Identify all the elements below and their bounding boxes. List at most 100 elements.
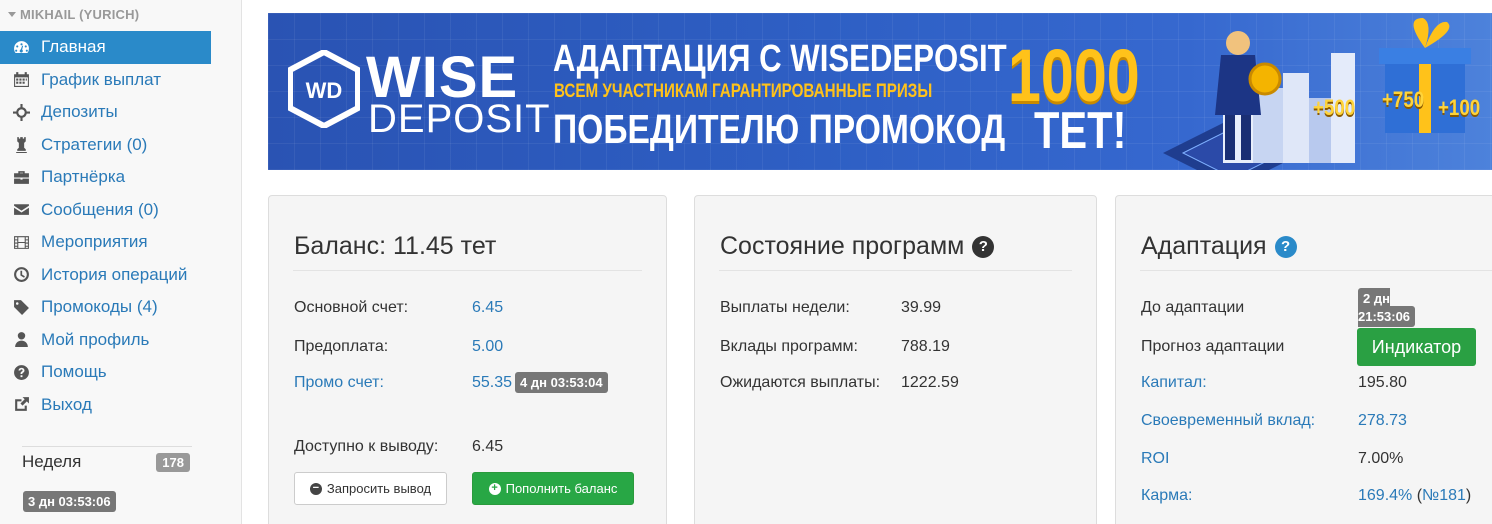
sidebar-divider [22,446,192,447]
week-label: Неделя [22,452,82,471]
sidebar-item-label: Депозиты [41,102,118,122]
request-withdrawal-button[interactable]: − Запросить вывод [294,472,447,505]
week-timer-badge: 3 дн 03:53:06 [23,491,116,512]
banner-bonus-3: +100 [1438,95,1481,120]
sidebar-item-strategies[interactable]: Стратегии (0) [0,129,211,162]
calendar-icon [12,71,30,89]
sidebar-item-promocodes[interactable]: Промокоды (4) [0,291,211,324]
sidebar-item-home[interactable]: Главная [0,31,211,64]
panel-divider [719,270,1072,271]
sidebar-item-events[interactable]: Мероприятия [0,226,211,259]
karma-value[interactable]: 169.4% [1358,487,1412,504]
sidebar-item-label: Сообщения (0) [41,199,159,219]
timely-deposit-label[interactable]: Своевременный вклад: [1141,412,1315,430]
panel-divider [1140,270,1492,271]
sidebar-item-label: Стратегии (0) [41,134,148,154]
question-icon [12,363,30,381]
dashboard-icon [12,38,30,56]
sidebar-item-help[interactable]: Помощь [0,356,211,389]
caret-down-icon [8,12,16,17]
karma-row: Карма: 169.4% (№181) [1141,487,1471,505]
forecast-label: Прогноз адаптации [1141,338,1285,355]
promo-timer-badge: 4 дн 03:53:04 [515,372,608,393]
adaptation-panel: Адаптация ? До адаптации 2 дн 21:53:06 П… [1115,195,1492,524]
karma-value-group: 169.4% (№181) [1358,487,1471,505]
pending-payouts-value: 1222.59 [901,374,959,391]
weekly-payouts-value: 39.99 [901,299,942,316]
prepay-value[interactable]: 5.00 [472,338,503,356]
balance-title: Баланс: 11.45 тет [294,232,496,261]
sidebar: MIKHAIL (YURICH) Главная График выплат Д… [0,0,242,524]
share-icon [12,396,30,414]
pending-payouts-row: Ожидаются выплаты: 1222.59 [720,374,959,392]
weekly-payouts-label: Выплаты недели: [720,299,850,316]
banner-bonus-1: +500 [1313,95,1356,120]
program-deposits-label: Вклады программ: [720,338,858,355]
sidebar-item-label: Мероприятия [41,232,148,252]
banner-bonus-2: +750 [1382,87,1425,112]
film-icon [12,233,30,251]
balance-panel: Баланс: 11.45 тет Основной счет: 6.45 Пр… [268,195,667,524]
top-up-balance-button[interactable]: + Пополнить баланс [472,472,634,505]
sidebar-item-messages[interactable]: Сообщения (0) [0,194,211,227]
promo-banner[interactable]: WD WISE DEPOSIT АДАПТАЦИЯ С WISEDEPOSIT … [268,13,1492,170]
promo-account-value[interactable]: 55.35 [472,374,512,391]
timely-deposit-row: Своевременный вклад: 278.73 [1141,412,1407,430]
help-circle-icon[interactable]: ? [1274,235,1297,258]
chess-icon [12,136,30,154]
roi-row: ROI 7.00% [1141,450,1403,468]
banner-currency: ТЕТ! [1034,102,1127,160]
roi-label[interactable]: ROI [1141,450,1169,468]
sidebar-item-payment-schedule[interactable]: График выплат [0,64,211,97]
capital-row: Капитал: 195.80 [1141,374,1407,392]
main-account-row: Основной счет: 6.45 [294,299,503,317]
program-deposits-row: Вклады программ: 788.19 [720,338,950,356]
karma-rank[interactable]: №181 [1422,487,1466,504]
user-icon [12,331,30,349]
balance-title-text: Баланс: 11.45 тет [294,232,497,260]
karma-rank-open: ( [1412,487,1423,504]
until-adaptation-timer: 2 дн 21:53:06 [1358,288,1416,327]
promo-account-row: Промо счет: 55.35 4 дн 03:53:04 [294,372,608,393]
wisedeposit-logo-icon: WD [288,50,360,128]
tag-icon [12,298,30,316]
programs-title-text: Состояние программ [720,232,965,260]
banner-subheadline: ВСЕМ УЧАСТНИКАМ ГАРАНТИРОВАННЫЕ ПРИЗЫ [554,81,933,102]
sidebar-item-partnership[interactable]: Партнёрка [0,161,211,194]
indicator-button-label: Индикатор [1371,336,1462,357]
main-account-value[interactable]: 6.45 [472,299,503,317]
clock-icon [12,266,30,284]
pending-payouts-label: Ожидаются выплаты: [720,374,881,391]
until-adaptation-row: До адаптации 2 дн 21:53:06 [1141,288,1416,327]
plus-circle-icon: + [488,482,501,495]
promo-account-label[interactable]: Промо счет: [294,374,384,392]
minus-circle-icon: − [309,482,322,495]
banner-tagline: ПОБЕДИТЕЛЮ ПРОМОКОД [553,106,1006,152]
help-circle-icon[interactable]: ? [972,235,995,258]
karma-label[interactable]: Карма: [1141,487,1192,505]
sidebar-item-label: Помощь [41,362,107,382]
indicator-button[interactable]: Индикатор [1357,328,1476,366]
prepay-row: Предоплата: 5.00 [294,338,503,356]
sidebar-nav: Главная График выплат Депозиты Стратегии… [0,31,211,421]
until-adaptation-label: До адаптации [1141,299,1245,316]
adaptation-title-text: Адаптация [1141,232,1267,260]
capital-label[interactable]: Капитал: [1141,374,1207,392]
until-adaptation-timer-wrap: 2 дн 21:53:06 [1358,288,1416,327]
top-up-balance-label: Пополнить баланс [505,481,618,496]
capital-value: 195.80 [1358,374,1407,391]
week-counter: Неделя 178 [22,452,190,472]
programs-title: Состояние программ ? [720,232,995,261]
sidebar-item-history[interactable]: История операций [0,259,211,292]
week-count-badge: 178 [156,452,190,472]
sidebar-item-deposits[interactable]: Депозиты [0,96,211,129]
sidebar-item-logout[interactable]: Выход [0,389,211,422]
prepay-label: Предоплата: [294,338,389,355]
forecast-row: Прогноз адаптации [1141,338,1284,356]
user-name: MIKHAIL (YURICH) [20,7,140,22]
adaptation-title: Адаптация ? [1141,232,1297,261]
user-menu-toggle[interactable]: MIKHAIL (YURICH) [8,7,139,22]
sidebar-item-profile[interactable]: Мой профиль [0,324,211,357]
sidebar-item-label: Партнёрка [41,167,126,187]
timely-deposit-value[interactable]: 278.73 [1358,412,1407,430]
